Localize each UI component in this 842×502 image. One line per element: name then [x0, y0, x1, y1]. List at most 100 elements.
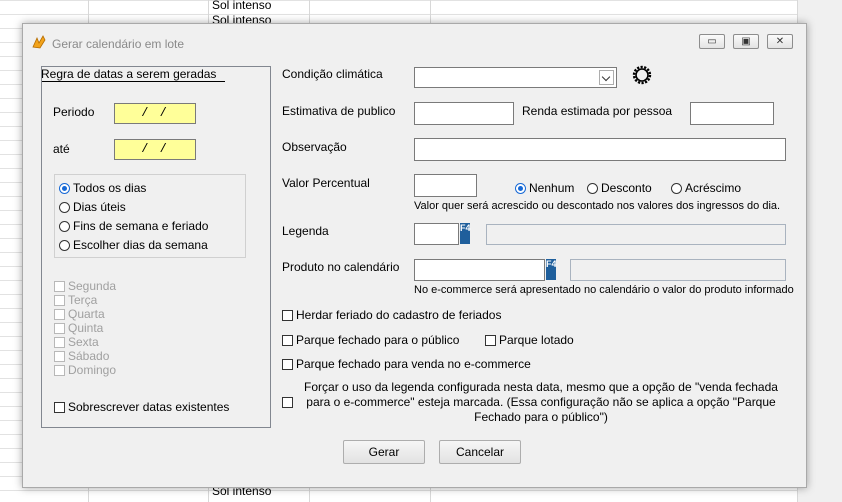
window-title: Gerar calendário em lote: [52, 37, 185, 51]
chevron-down-icon[interactable]: [599, 70, 614, 85]
legenda-description-field: [486, 224, 786, 245]
checkbox-label: Herdar feriado do cadastro de feriados: [296, 308, 502, 322]
background-cell[interactable]: Sol intenso: [210, 0, 310, 12]
minimize-icon: ▭: [707, 36, 717, 47]
checkbox-icon: [282, 334, 293, 346]
publico-input[interactable]: [414, 102, 514, 125]
percentual-hint: Valor quer será acrescido ou descontado …: [414, 200, 781, 212]
cancelar-button[interactable]: Cancelar: [439, 440, 521, 464]
weekday-checkbox-terca[interactable]: Terça: [54, 293, 97, 307]
maximize-button[interactable]: ▣: [733, 34, 759, 49]
checkbox-icon: [282, 358, 293, 370]
radio-label: Escolher dias da semana: [73, 238, 208, 252]
radio-nenhum[interactable]: Nenhum: [515, 181, 574, 195]
percentual-input[interactable]: [414, 174, 477, 197]
checkbox-icon: [54, 294, 65, 306]
condicao-select[interactable]: [414, 67, 617, 88]
observacao-input[interactable]: [414, 138, 786, 161]
checkbox-icon: [54, 350, 65, 362]
weekday-label: Quarta: [68, 307, 105, 321]
produto-f4-hint[interactable]: F4: [546, 259, 557, 280]
radio-label: Dias úteis: [73, 200, 126, 214]
forcar-legenda-line: Fechado para o público"): [474, 410, 608, 424]
periodo-end-input[interactable]: / /: [114, 139, 196, 160]
checkbox-label: Parque lotado: [499, 333, 574, 347]
minimize-button[interactable]: ▭: [699, 34, 725, 49]
radio-acrescimo[interactable]: Acréscimo: [671, 181, 741, 195]
checkbox-icon: [54, 336, 65, 348]
weekday-label: Terça: [68, 293, 98, 307]
close-button[interactable]: ✕: [767, 34, 793, 49]
renda-label: Renda estimada por pessoa: [522, 104, 673, 118]
weather-settings-icon[interactable]: [630, 63, 654, 87]
radio-icon: [59, 239, 70, 251]
radio-selected-icon: [515, 182, 526, 194]
weekday-label: Domingo: [68, 363, 117, 377]
percentual-label: Valor Percentual: [282, 176, 370, 190]
parque-lotado-checkbox[interactable]: Parque lotado: [485, 333, 574, 347]
checkbox-icon: [54, 364, 65, 376]
radio-fins-de-semana[interactable]: Fins de semana e feriado: [59, 219, 208, 233]
weekday-label: Sábado: [68, 349, 110, 363]
checkbox-icon: [54, 280, 65, 292]
radio-label: Acréscimo: [685, 181, 742, 195]
close-icon: ✕: [775, 36, 785, 47]
produto-hint: No e-commerce será apresentado no calend…: [414, 284, 794, 296]
forcar-legenda-checkbox[interactable]: [282, 397, 296, 408]
weekday-checkbox-segunda[interactable]: Segunda: [54, 279, 116, 293]
forcar-legenda-line: para o e-commerce" esteja marcada. (Essa…: [306, 395, 776, 409]
weekday-checkbox-quinta[interactable]: Quinta: [54, 321, 103, 335]
weekday-checkbox-sexta[interactable]: Sexta: [54, 335, 99, 349]
forcar-legenda-line: Forçar o uso da legenda configurada nest…: [304, 380, 778, 394]
parque-fechado-publico-checkbox[interactable]: Parque fechado para o público: [282, 333, 459, 347]
title-bar[interactable]: Gerar calendário em lote ▭ ▣ ✕: [23, 24, 806, 58]
checkbox-icon: [54, 401, 65, 413]
legenda-code-input[interactable]: [414, 223, 459, 245]
legenda-label: Legenda: [282, 224, 329, 238]
radio-todos-os-dias[interactable]: Todos os dias: [59, 181, 146, 195]
weekday-label: Sexta: [68, 335, 99, 349]
produto-code-input[interactable]: [414, 259, 545, 281]
condicao-label: Condição climática: [282, 67, 383, 81]
radio-icon: [587, 182, 598, 194]
checkbox-label: Parque fechado para venda no e-commerce: [296, 357, 531, 371]
weekday-label: Segunda: [68, 279, 117, 293]
radio-label: Desconto: [601, 181, 652, 195]
overwrite-existing-checkbox[interactable]: Sobrescrever datas existentes: [54, 400, 229, 414]
radio-dias-uteis[interactable]: Dias úteis: [59, 200, 126, 214]
checkbox-label: Sobrescrever datas existentes: [68, 400, 230, 414]
maximize-icon: ▣: [741, 36, 751, 47]
weekday-label: Quinta: [68, 321, 104, 335]
weekday-checkbox-quarta[interactable]: Quarta: [54, 307, 105, 321]
periodo-start-input[interactable]: / /: [114, 103, 196, 124]
renda-input[interactable]: [690, 102, 774, 125]
app-icon: [32, 35, 46, 49]
checkbox-icon: [54, 322, 65, 334]
produto-description-field: [570, 259, 786, 281]
weekday-checkbox-sabado[interactable]: Sábado: [54, 349, 109, 363]
date-rule-panel: Periodo / / até / / Todos os dias Dias ú…: [41, 66, 271, 428]
radio-icon: [59, 201, 70, 213]
checkbox-icon: [54, 308, 65, 320]
checkbox-icon: [485, 334, 496, 346]
checkbox-icon: [282, 397, 293, 408]
checkbox-icon: [282, 309, 293, 321]
herdar-feriado-checkbox[interactable]: Herdar feriado do cadastro de feriados: [282, 308, 501, 322]
forcar-legenda-label: Forçar o uso da legenda configurada nest…: [297, 380, 785, 425]
produto-label: Produto no calendário: [282, 260, 400, 274]
day-rule-radio-group: Todos os dias Dias úteis Fins de semana …: [54, 174, 246, 258]
gerar-button[interactable]: Gerar: [343, 440, 425, 464]
legenda-f4-hint[interactable]: F4: [460, 223, 471, 244]
observacao-label: Observação: [282, 140, 347, 154]
weekday-checkbox-domingo[interactable]: Domingo: [54, 363, 116, 377]
radio-escolher-dias[interactable]: Escolher dias da semana: [59, 238, 208, 252]
checkbox-label: Parque fechado para o público: [296, 333, 460, 347]
batch-calendar-dialog: Gerar calendário em lote ▭ ▣ ✕ Regra de …: [22, 23, 807, 488]
parque-fechado-ecommerce-checkbox[interactable]: Parque fechado para venda no e-commerce: [282, 357, 531, 371]
ate-label: até: [53, 142, 70, 156]
radio-label: Nenhum: [529, 181, 575, 195]
radio-icon: [59, 220, 70, 232]
radio-label: Fins de semana e feriado: [73, 219, 209, 233]
radio-icon: [671, 182, 682, 194]
radio-desconto[interactable]: Desconto: [587, 181, 652, 195]
